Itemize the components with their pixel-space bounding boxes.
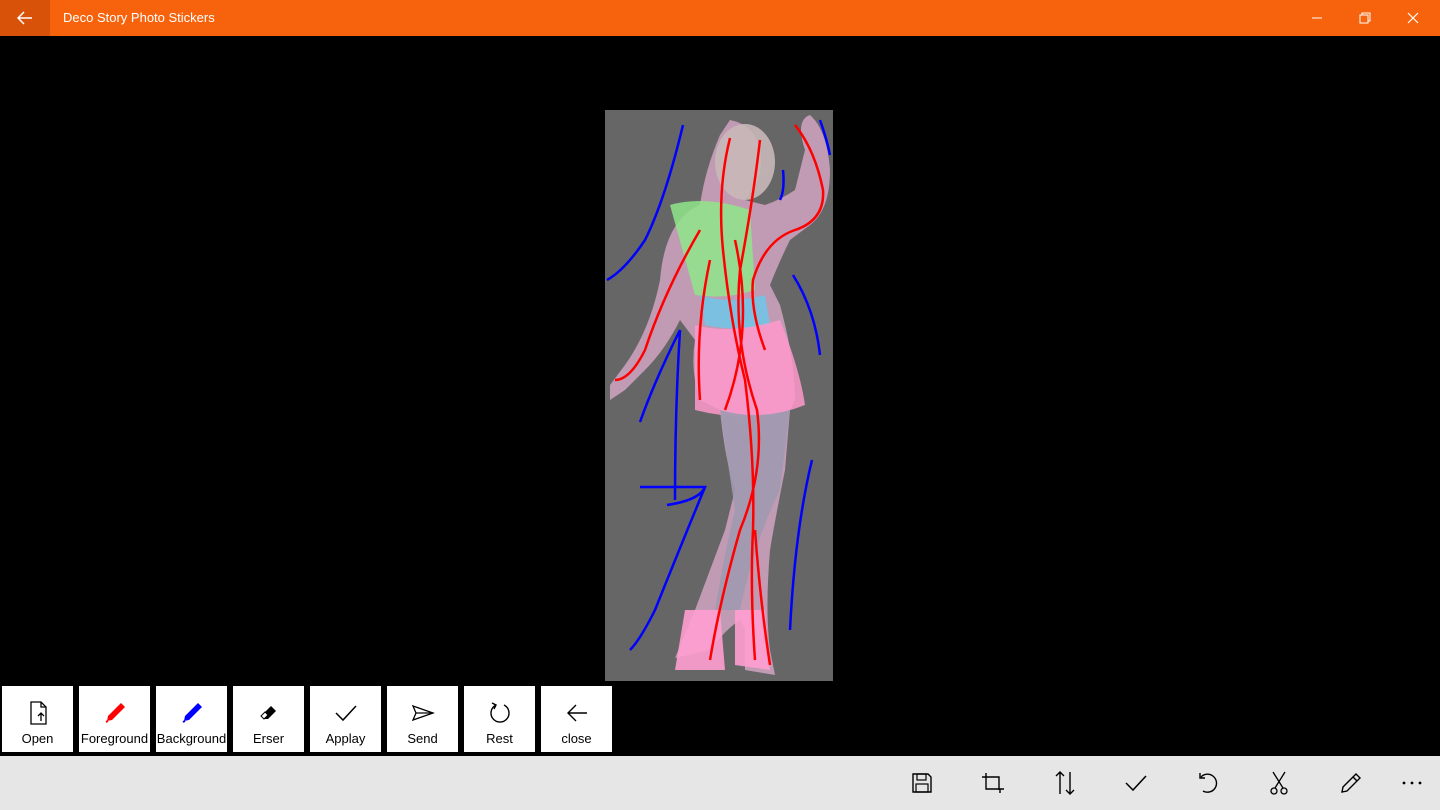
apply-button[interactable]: Applay bbox=[310, 686, 381, 752]
save-icon bbox=[912, 773, 932, 793]
accept-button[interactable] bbox=[1116, 765, 1156, 801]
reset-label: Rest bbox=[486, 731, 513, 746]
send-icon bbox=[411, 704, 435, 722]
photo-canvas[interactable] bbox=[605, 110, 833, 681]
save-button[interactable] bbox=[902, 765, 942, 801]
redo-button[interactable] bbox=[1188, 765, 1228, 801]
back-button[interactable] bbox=[0, 0, 50, 36]
back-arrow-icon bbox=[566, 704, 587, 722]
restore-button[interactable] bbox=[1342, 0, 1388, 36]
background-label: Background bbox=[156, 731, 227, 746]
edit-button[interactable] bbox=[1331, 765, 1371, 801]
more-button[interactable] bbox=[1392, 765, 1432, 801]
foreground-button[interactable]: Foreground bbox=[79, 686, 150, 752]
app-title: Deco Story Photo Stickers bbox=[63, 10, 215, 25]
background-button[interactable]: Background bbox=[156, 686, 227, 752]
reset-icon bbox=[489, 702, 510, 723]
blue-marker-icon bbox=[182, 703, 202, 723]
open-file-icon bbox=[29, 701, 47, 725]
checkmark-icon bbox=[334, 705, 357, 722]
title-bar: Deco Story Photo Stickers bbox=[0, 0, 1440, 36]
red-marker-icon bbox=[105, 703, 125, 723]
sort-button[interactable] bbox=[1045, 765, 1085, 801]
open-label: Open bbox=[21, 731, 54, 746]
open-button[interactable]: Open bbox=[2, 686, 73, 752]
tool-panel: Open Foreground Background Erser Applay … bbox=[0, 684, 616, 754]
edit-pencil-icon bbox=[1341, 773, 1361, 793]
apply-label: Applay bbox=[325, 731, 366, 746]
cut-icon bbox=[1270, 771, 1288, 795]
close-tool-button[interactable]: close bbox=[541, 686, 612, 752]
crop-icon bbox=[982, 773, 1004, 793]
minimize-icon bbox=[1312, 17, 1322, 19]
accept-icon bbox=[1125, 775, 1147, 792]
eraser-label: Erser bbox=[252, 731, 285, 746]
foreground-label: Foreground bbox=[80, 731, 149, 746]
crop-button[interactable] bbox=[973, 765, 1013, 801]
eraser-icon bbox=[259, 706, 276, 720]
close-icon bbox=[1407, 12, 1419, 24]
sticker-photo bbox=[606, 115, 832, 675]
cut-button[interactable] bbox=[1259, 765, 1299, 801]
send-label: Send bbox=[407, 731, 438, 746]
send-button[interactable]: Send bbox=[387, 686, 458, 752]
redo-icon bbox=[1199, 773, 1218, 793]
close-label: close bbox=[561, 731, 592, 746]
more-icon bbox=[1402, 781, 1422, 785]
sort-icon bbox=[1055, 771, 1075, 795]
reset-button[interactable]: Rest bbox=[464, 686, 535, 752]
back-arrow-icon bbox=[17, 11, 32, 25]
minimize-button[interactable] bbox=[1294, 0, 1340, 36]
eraser-button[interactable]: Erser bbox=[233, 686, 304, 752]
command-bar bbox=[0, 756, 1440, 810]
restore-icon bbox=[1359, 12, 1371, 24]
close-window-button[interactable] bbox=[1390, 0, 1436, 36]
